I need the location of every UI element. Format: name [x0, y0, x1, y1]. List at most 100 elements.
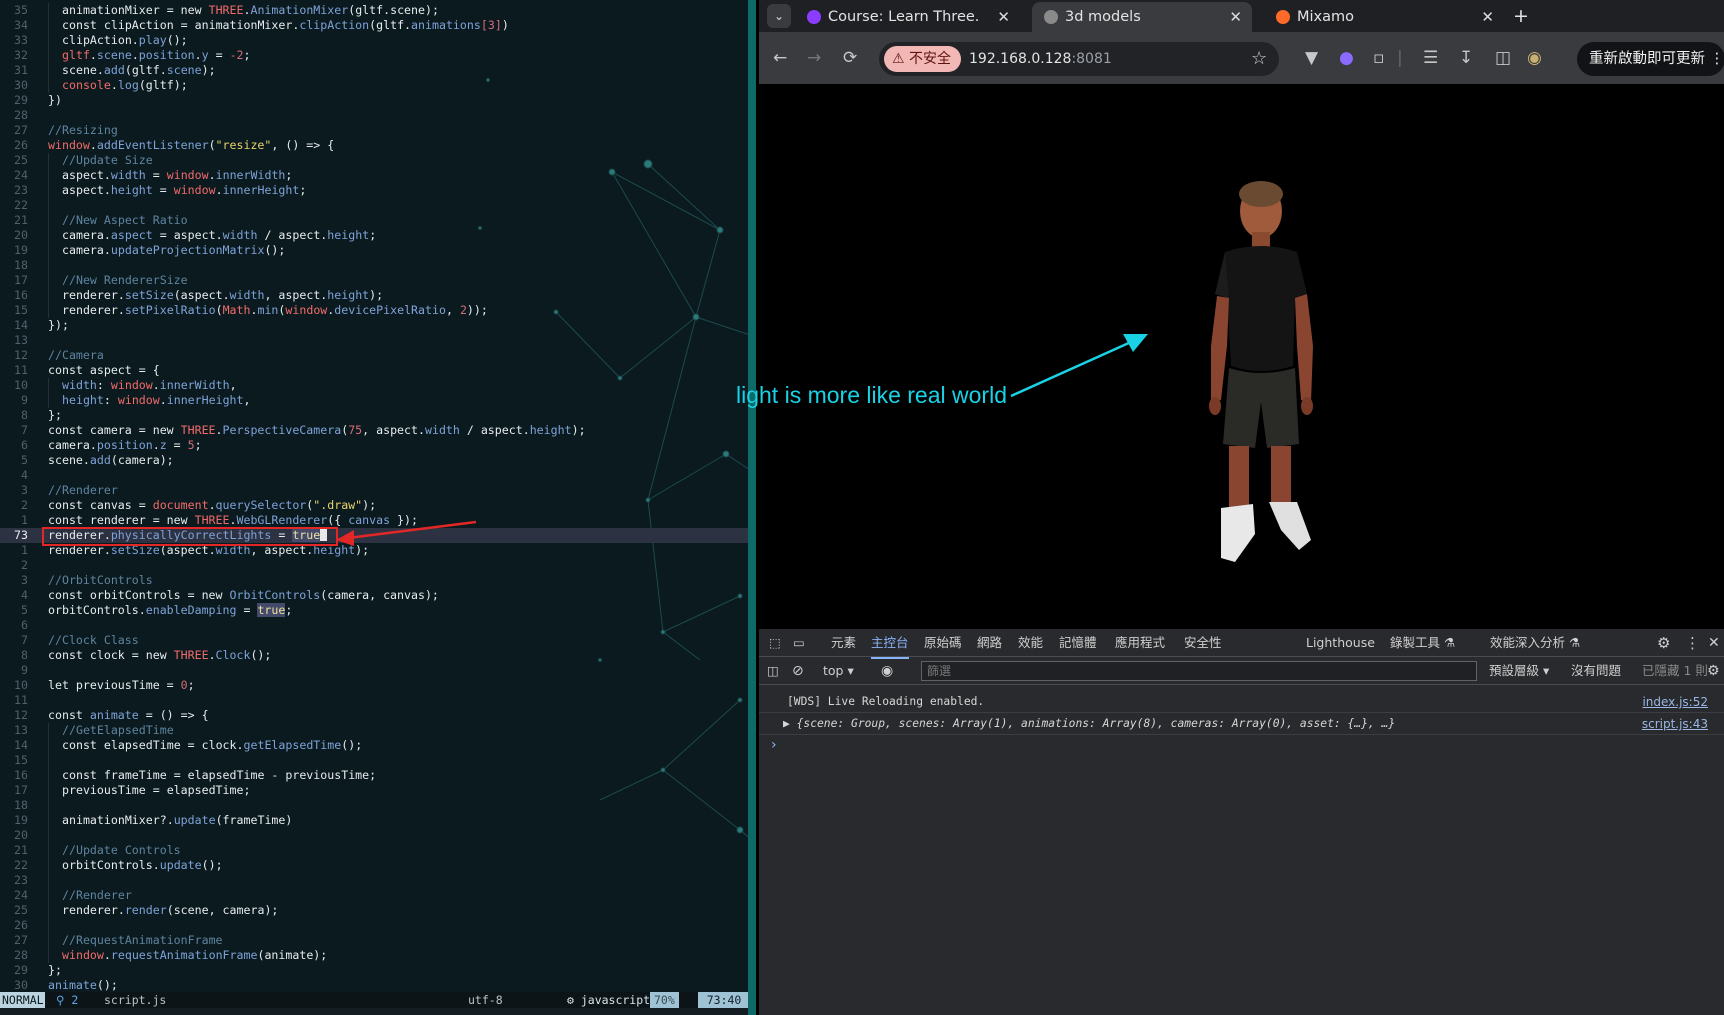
url-text[interactable]: 192.168.0.128:8081 — [969, 46, 1112, 72]
tab-search-button[interactable]: ⌄ — [767, 4, 791, 28]
puzzle-icon[interactable]: ▫ — [1373, 48, 1385, 68]
code-line[interactable]: 5 orbitControls.enableDamping = true; — [0, 603, 748, 618]
tab-elements[interactable]: 元素 — [831, 629, 856, 657]
code-line[interactable]: 11 — [0, 693, 748, 708]
console-prompt-icon[interactable]: › — [771, 737, 777, 753]
issues-button[interactable]: 沒有問題 — [1571, 657, 1621, 685]
bookmark-star-icon[interactable]: ☆ — [1251, 46, 1267, 72]
console-filter-input[interactable] — [921, 661, 1477, 681]
code-line[interactable]: 18 — [0, 258, 748, 273]
avatar[interactable]: ◉ — [1527, 48, 1542, 68]
code-line[interactable]: 25 renderer.render(scene, camera); — [0, 903, 748, 918]
code-line[interactable]: 23 — [0, 873, 748, 888]
more-options-icon[interactable]: ⋮ — [1685, 629, 1700, 657]
tab-performance[interactable]: 效能 — [1018, 629, 1043, 657]
code-line[interactable]: 24 //Renderer — [0, 888, 748, 903]
tab-console[interactable]: 主控台 — [871, 629, 909, 659]
code-line[interactable]: 6 camera.position.z = 5; — [0, 438, 748, 453]
code-line[interactable]: 14}); — [0, 318, 748, 333]
code-line[interactable]: 22 orbitControls.update(); — [0, 858, 748, 873]
code-line[interactable]: 11 const aspect = { — [0, 363, 748, 378]
code-line[interactable]: 13 //GetElapsedTime — [0, 723, 748, 738]
code-line[interactable]: 18 — [0, 798, 748, 813]
tab-3d-models[interactable]: 3d models ✕ — [1032, 2, 1252, 32]
media-icon[interactable]: ☰ — [1423, 48, 1438, 68]
tab-mixamo[interactable]: Mixamo ✕ — [1264, 2, 1504, 32]
code-line[interactable]: 24 aspect.width = window.innerWidth; — [0, 168, 748, 183]
code-line[interactable]: 16 const frameTime = elapsedTime - previo… — [0, 768, 748, 783]
code-line[interactable]: 9 height: window.innerHeight, — [0, 393, 748, 408]
tab-network[interactable]: 網路 — [977, 629, 1002, 657]
code-line[interactable]: 14 const elapsedTime = clock.getElapsedTi… — [0, 738, 748, 753]
code-line[interactable]: 22 — [0, 198, 748, 213]
code-line[interactable]: 7 const camera = new THREE.PerspectiveCam… — [0, 423, 748, 438]
close-icon[interactable]: ✕ — [1229, 2, 1242, 32]
shield-extension-icon[interactable]: ▼ — [1305, 48, 1318, 68]
code-line[interactable]: 23 aspect.height = window.innerHeight; — [0, 183, 748, 198]
code-line[interactable]: 29}; — [0, 963, 748, 978]
code-line[interactable]: 16 renderer.setSize(aspect.width, aspect.… — [0, 288, 748, 303]
context-select[interactable]: top ▾ — [823, 657, 854, 685]
code-line[interactable]: 6 — [0, 618, 748, 633]
code-line[interactable]: 19 camera.updateProjectionMatrix(); — [0, 243, 748, 258]
code-line[interactable]: 8 const clock = new THREE.Clock(); — [0, 648, 748, 663]
source-link[interactable]: script.js:43 — [1642, 713, 1708, 735]
new-tab-button[interactable]: + — [1513, 0, 1529, 32]
code-line[interactable]: 28 window.requestAnimationFrame(animate); — [0, 948, 748, 963]
code-editor[interactable]: 35 animationMixer = new THREE.AnimationMi… — [0, 0, 752, 1015]
tab-sources[interactable]: 原始碼 — [924, 629, 962, 657]
code-line[interactable]: 15 — [0, 753, 748, 768]
code-line[interactable]: 27 //Resizing — [0, 123, 748, 138]
code-line[interactable]: 17 previousTime = elapsedTime; — [0, 783, 748, 798]
tab-performance-insights[interactable]: 效能深入分析 ⚗ — [1490, 629, 1580, 657]
code-line[interactable]: 34 const clipAction = animationMixer.clip… — [0, 18, 748, 33]
code-line[interactable]: 19 animationMixer?.update(frameTime) — [0, 813, 748, 828]
code-line[interactable]: 27 //RequestAnimationFrame — [0, 933, 748, 948]
code-line[interactable]: 20 — [0, 828, 748, 843]
code-line[interactable]: 30 console.log(gltf); — [0, 78, 748, 93]
code-line[interactable]: 3 //Renderer — [0, 483, 748, 498]
code-line[interactable]: 2 — [0, 558, 748, 573]
log-levels-select[interactable]: 預設層級 ▾ — [1489, 657, 1549, 685]
close-icon[interactable]: ✕ — [1708, 629, 1720, 657]
code-line[interactable]: 32 gltf.scene.position.y = -2; — [0, 48, 748, 63]
code-line[interactable]: 33 clipAction.play(); — [0, 33, 748, 48]
console-message[interactable]: ▶ {scene: Group, scenes: Array(1), anima… — [759, 713, 1724, 735]
code-line[interactable]: 29}) — [0, 93, 748, 108]
code-line[interactable]: 4 — [0, 468, 748, 483]
code-line[interactable]: 28 — [0, 108, 748, 123]
code-line[interactable]: 12 //Camera — [0, 348, 748, 363]
code-line[interactable]: 2 const canvas = document.querySelector("… — [0, 498, 748, 513]
inspect-icon[interactable]: ⬚ — [769, 629, 781, 657]
clear-console-icon[interactable]: ⊘ — [792, 657, 804, 685]
code-line[interactable]: 20 camera.aspect = aspect.width / aspect.… — [0, 228, 748, 243]
tab-lighthouse[interactable]: Lighthouse — [1306, 629, 1375, 657]
code-line[interactable]: 31 scene.add(gltf.scene); — [0, 63, 748, 78]
code-line[interactable]: 12 const animate = () => { — [0, 708, 748, 723]
insecure-badge[interactable]: ⚠ 不安全 — [884, 46, 962, 72]
tab-application[interactable]: 應用程式 — [1115, 629, 1165, 657]
code-line[interactable]: 21 //New Aspect Ratio — [0, 213, 748, 228]
code-line[interactable]: 25 //Update Size — [0, 153, 748, 168]
sidebar-toggle-icon[interactable]: ◫ — [767, 657, 779, 685]
back-arrow-icon[interactable]: ← — [773, 48, 787, 68]
window-divider[interactable] — [748, 0, 756, 1015]
code-line[interactable]: 8}; — [0, 408, 748, 423]
close-icon[interactable]: ✕ — [1481, 2, 1494, 32]
gear-icon[interactable]: ⚙ — [1707, 657, 1720, 685]
tab-recorder[interactable]: 錄製工具 ⚗ — [1390, 629, 1455, 657]
code-line[interactable]: 10 let previousTime = 0; — [0, 678, 748, 693]
code-line[interactable]: 26 window.addEventListener("resize", () =… — [0, 138, 748, 153]
code-line[interactable]: 30 animate(); — [0, 978, 748, 993]
close-icon[interactable]: ✕ — [997, 2, 1010, 32]
source-link[interactable]: index.js:52 — [1642, 691, 1708, 713]
restart-to-update-button[interactable]: 重新啟動即可更新 ⋮ — [1577, 42, 1724, 76]
code-line[interactable]: 9 — [0, 663, 748, 678]
code-line[interactable]: 15 renderer.setPixelRatio(Math.min(window… — [0, 303, 748, 318]
code-line[interactable]: 17 //New RendererSize — [0, 273, 748, 288]
code-line[interactable]: 3 //OrbitControls — [0, 573, 748, 588]
code-line[interactable]: 4 const orbitControls = new OrbitControls… — [0, 588, 748, 603]
tab-security[interactable]: 安全性 — [1184, 629, 1222, 657]
eye-icon[interactable]: ◉ — [881, 657, 893, 685]
side-panel-icon[interactable]: ◫ — [1495, 48, 1511, 68]
